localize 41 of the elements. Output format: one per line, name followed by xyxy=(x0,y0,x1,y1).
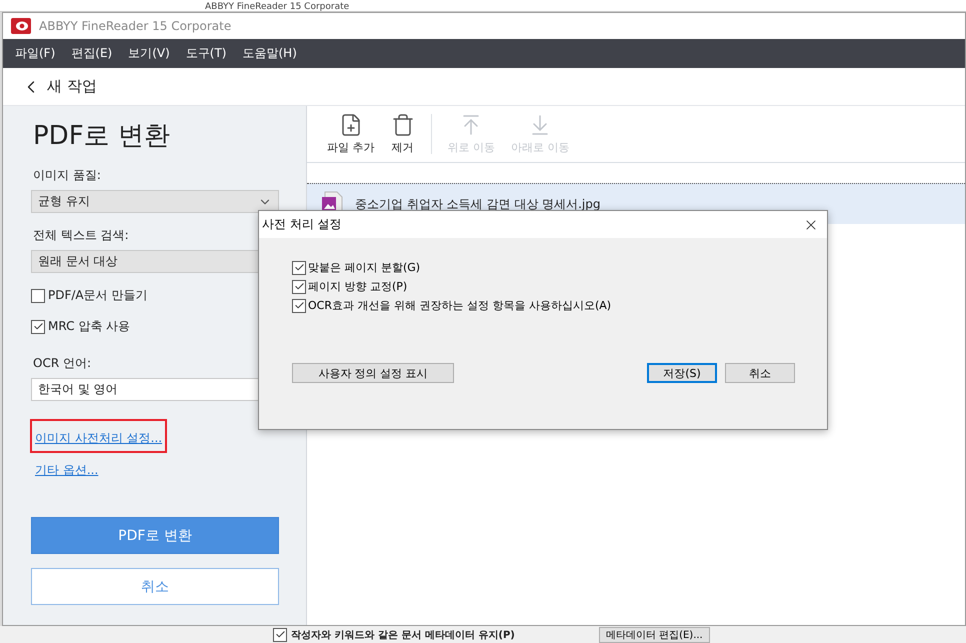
checkbox[interactable] xyxy=(292,280,306,294)
checkbox-label: 작성자와 키워드와 같은 문서 메타데이터 유지(P) xyxy=(291,628,515,642)
checkbox[interactable] xyxy=(292,298,306,312)
menu-item[interactable]: 도움말(H) xyxy=(242,45,297,62)
field-label: 이미지 품질: xyxy=(33,167,102,184)
checkbox-label: 맞붙은 페이지 분할(G) xyxy=(308,260,420,275)
edit-metadata-button[interactable]: 메타데이터 편집(E)... xyxy=(598,626,710,642)
field-label: OCR 언어: xyxy=(33,355,92,372)
trash-icon xyxy=(390,113,414,137)
checkbox[interactable] xyxy=(31,288,45,302)
back-button[interactable]: 새 작업 xyxy=(21,76,97,96)
checkbox-label: MRC 압축 사용 xyxy=(48,318,130,335)
menu-item[interactable]: 보기(V) xyxy=(128,45,170,62)
custom-settings-button[interactable]: 사용자 정의 설정 표시 xyxy=(292,363,454,383)
menu-item[interactable]: 파일(F) xyxy=(15,45,56,62)
dropdown[interactable]: 균형 유지 xyxy=(31,190,279,213)
check-icon xyxy=(274,629,286,640)
background-window-title: ABBYY FineReader 15 Corporate xyxy=(205,3,350,12)
window-title: ABBYY FineReader 15 Corporate xyxy=(39,19,232,33)
check-icon xyxy=(294,300,304,311)
link[interactable]: 이미지 사전처리 설정... xyxy=(35,431,162,445)
checkbox-label: OCR효과 개선을 위해 권장하는 설정 항목을 사용하십시오(A) xyxy=(308,298,612,313)
field-label: 전체 텍스트 검색: xyxy=(33,227,130,244)
checkbox[interactable] xyxy=(31,320,45,334)
checkbox-label: 페이지 방향 교정(P) xyxy=(308,279,408,294)
menu-item[interactable]: 편집(E) xyxy=(71,45,112,62)
check-icon xyxy=(32,321,44,332)
toolbar-button[interactable]: 제거 xyxy=(382,113,422,155)
menu-item[interactable]: 도구(T) xyxy=(186,45,226,62)
check-icon xyxy=(294,281,304,292)
check-icon xyxy=(294,262,304,273)
app-logo-icon xyxy=(11,18,31,34)
checkbox-label: PDF/A문서 만들기 xyxy=(48,287,148,304)
toolbar-button[interactable]: 파일 추가 xyxy=(319,113,382,155)
checkbox[interactable] xyxy=(273,628,287,642)
checkbox[interactable] xyxy=(292,260,306,274)
panel-title: PDF로 변환 xyxy=(33,120,171,153)
cancel-button[interactable]: 취소 xyxy=(725,363,795,383)
save-button[interactable]: 저장(S) xyxy=(647,363,717,383)
file-name: 중소기업 취업자 소득세 감면 대상 명세서.jpg xyxy=(355,196,600,212)
link[interactable]: 기타 옵션... xyxy=(35,463,98,477)
